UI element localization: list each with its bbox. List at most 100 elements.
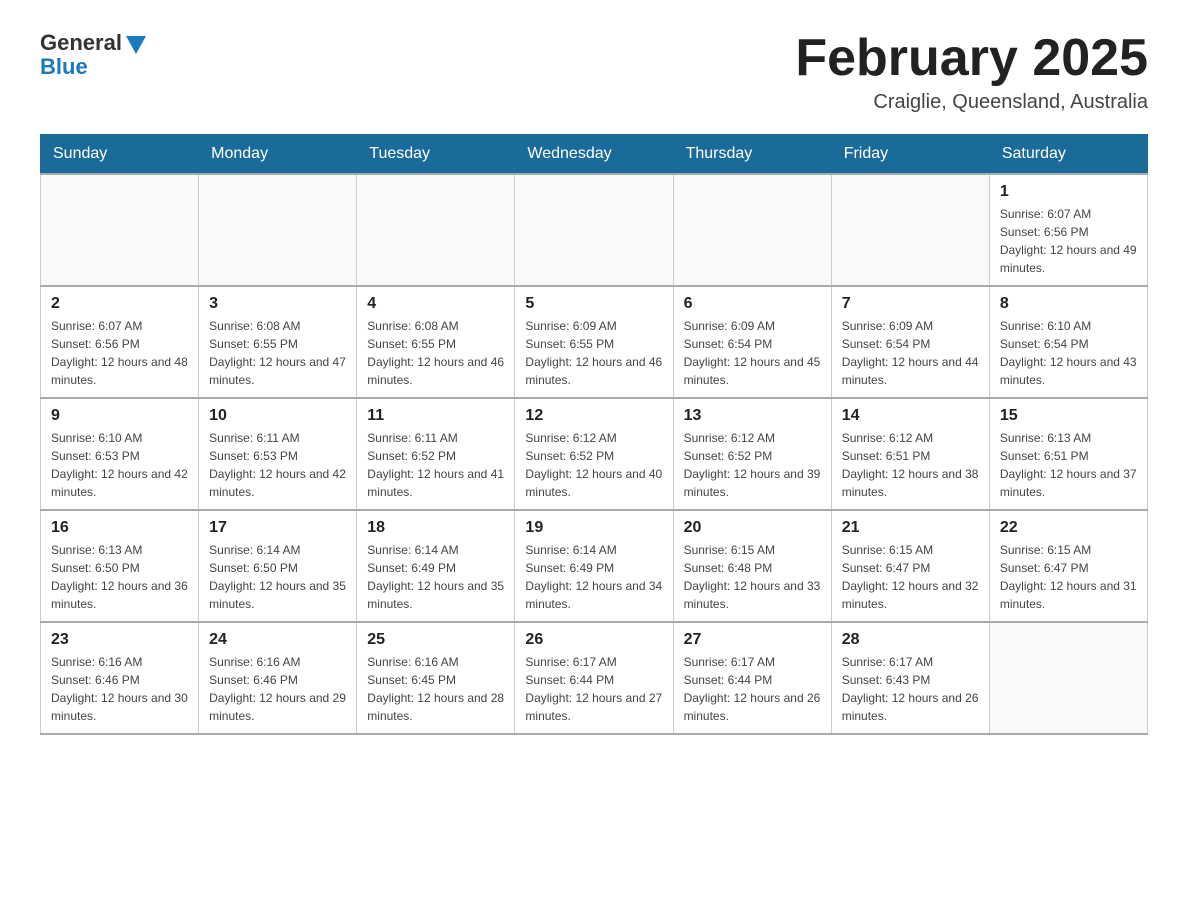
- calendar-cell: 6Sunrise: 6:09 AM Sunset: 6:54 PM Daylig…: [673, 286, 831, 398]
- day-number: 6: [684, 295, 821, 313]
- day-number: 15: [1000, 407, 1137, 425]
- calendar-body: 1 Sunrise: 6:07 AM Sunset: 6:56 PM Daylig…: [41, 174, 1148, 734]
- day-info: Sunrise: 6:15 AM Sunset: 6:48 PM Dayligh…: [684, 541, 821, 613]
- day-info: Sunrise: 6:17 AM Sunset: 6:44 PM Dayligh…: [525, 653, 662, 725]
- day-number: 2: [51, 295, 188, 313]
- day-number: 17: [209, 519, 346, 537]
- day-number: 23: [51, 631, 188, 649]
- location-text: Craiglie, Queensland, Australia: [795, 91, 1148, 114]
- day-info: Sunrise: 6:15 AM Sunset: 6:47 PM Dayligh…: [842, 541, 979, 613]
- day-number: 28: [842, 631, 979, 649]
- calendar-table: SundayMondayTuesdayWednesdayThursdayFrid…: [40, 134, 1148, 735]
- day-number: 13: [684, 407, 821, 425]
- day-info: Sunrise: 6:14 AM Sunset: 6:50 PM Dayligh…: [209, 541, 346, 613]
- calendar-cell: 2 Sunrise: 6:07 AM Sunset: 6:56 PM Daylig…: [41, 286, 199, 398]
- calendar-week-3: 9 Sunrise: 6:10 AM Sunset: 6:53 PM Daylig…: [41, 398, 1148, 510]
- calendar-cell: 19 Sunrise: 6:14 AM Sunset: 6:49 PM Dayli…: [515, 510, 673, 622]
- logo: General Blue: [40, 30, 146, 80]
- calendar-week-2: 2 Sunrise: 6:07 AM Sunset: 6:56 PM Daylig…: [41, 286, 1148, 398]
- day-info: Sunrise: 6:09 AM Sunset: 6:55 PM Dayligh…: [525, 317, 662, 389]
- day-number: 27: [684, 631, 821, 649]
- day-info: Sunrise: 6:08 AM Sunset: 6:55 PM Dayligh…: [209, 317, 346, 389]
- day-number: 25: [367, 631, 504, 649]
- calendar-cell: 26 Sunrise: 6:17 AM Sunset: 6:44 PM Dayli…: [515, 622, 673, 734]
- day-number: 7: [842, 295, 979, 313]
- calendar-cell: 21 Sunrise: 6:15 AM Sunset: 6:47 PM Dayli…: [831, 510, 989, 622]
- title-section: February 2025 Craiglie, Queensland, Aust…: [795, 30, 1148, 114]
- calendar-cell: 14 Sunrise: 6:12 AM Sunset: 6:51 PM Dayli…: [831, 398, 989, 510]
- calendar-cell: 20 Sunrise: 6:15 AM Sunset: 6:48 PM Dayli…: [673, 510, 831, 622]
- calendar-cell: 3 Sunrise: 6:08 AM Sunset: 6:55 PM Daylig…: [199, 286, 357, 398]
- calendar-cell: [989, 622, 1147, 734]
- day-info: Sunrise: 6:07 AM Sunset: 6:56 PM Dayligh…: [51, 317, 188, 389]
- day-number: 10: [209, 407, 346, 425]
- days-of-week-row: SundayMondayTuesdayWednesdayThursdayFrid…: [41, 135, 1148, 175]
- day-info: Sunrise: 6:16 AM Sunset: 6:46 PM Dayligh…: [209, 653, 346, 725]
- calendar-cell: [357, 174, 515, 286]
- day-info: Sunrise: 6:11 AM Sunset: 6:52 PM Dayligh…: [367, 429, 504, 501]
- day-info: Sunrise: 6:16 AM Sunset: 6:46 PM Dayligh…: [51, 653, 188, 725]
- calendar-cell: 12 Sunrise: 6:12 AM Sunset: 6:52 PM Dayli…: [515, 398, 673, 510]
- day-info: Sunrise: 6:17 AM Sunset: 6:43 PM Dayligh…: [842, 653, 979, 725]
- calendar-week-4: 16Sunrise: 6:13 AM Sunset: 6:50 PM Dayli…: [41, 510, 1148, 622]
- calendar-cell: 9 Sunrise: 6:10 AM Sunset: 6:53 PM Daylig…: [41, 398, 199, 510]
- day-number: 4: [367, 295, 504, 313]
- calendar-week-1: 1 Sunrise: 6:07 AM Sunset: 6:56 PM Daylig…: [41, 174, 1148, 286]
- calendar-cell: 16Sunrise: 6:13 AM Sunset: 6:50 PM Dayli…: [41, 510, 199, 622]
- calendar-cell: 24 Sunrise: 6:16 AM Sunset: 6:46 PM Dayli…: [199, 622, 357, 734]
- calendar-cell: 23 Sunrise: 6:16 AM Sunset: 6:46 PM Dayli…: [41, 622, 199, 734]
- calendar-header: SundayMondayTuesdayWednesdayThursdayFrid…: [41, 135, 1148, 175]
- day-header-sunday: Sunday: [41, 135, 199, 175]
- logo-blue-text: Blue: [40, 54, 88, 80]
- day-number: 9: [51, 407, 188, 425]
- day-number: 16: [51, 519, 188, 537]
- day-info: Sunrise: 6:16 AM Sunset: 6:45 PM Dayligh…: [367, 653, 504, 725]
- day-number: 24: [209, 631, 346, 649]
- calendar-cell: 22Sunrise: 6:15 AM Sunset: 6:47 PM Dayli…: [989, 510, 1147, 622]
- day-info: Sunrise: 6:17 AM Sunset: 6:44 PM Dayligh…: [684, 653, 821, 725]
- day-info: Sunrise: 6:09 AM Sunset: 6:54 PM Dayligh…: [842, 317, 979, 389]
- calendar-cell: 7 Sunrise: 6:09 AM Sunset: 6:54 PM Daylig…: [831, 286, 989, 398]
- day-header-monday: Monday: [199, 135, 357, 175]
- calendar-cell: 28 Sunrise: 6:17 AM Sunset: 6:43 PM Dayli…: [831, 622, 989, 734]
- day-info: Sunrise: 6:14 AM Sunset: 6:49 PM Dayligh…: [525, 541, 662, 613]
- calendar-cell: [199, 174, 357, 286]
- calendar-cell: 17 Sunrise: 6:14 AM Sunset: 6:50 PM Dayli…: [199, 510, 357, 622]
- day-number: 22: [1000, 519, 1137, 537]
- month-title: February 2025: [795, 30, 1148, 87]
- calendar-cell: 11 Sunrise: 6:11 AM Sunset: 6:52 PM Dayli…: [357, 398, 515, 510]
- day-number: 19: [525, 519, 662, 537]
- calendar-cell: 13 Sunrise: 6:12 AM Sunset: 6:52 PM Dayli…: [673, 398, 831, 510]
- calendar-cell: 5Sunrise: 6:09 AM Sunset: 6:55 PM Daylig…: [515, 286, 673, 398]
- day-info: Sunrise: 6:12 AM Sunset: 6:52 PM Dayligh…: [525, 429, 662, 501]
- day-number: 8: [1000, 295, 1137, 313]
- day-info: Sunrise: 6:14 AM Sunset: 6:49 PM Dayligh…: [367, 541, 504, 613]
- day-info: Sunrise: 6:10 AM Sunset: 6:54 PM Dayligh…: [1000, 317, 1137, 389]
- day-header-thursday: Thursday: [673, 135, 831, 175]
- day-info: Sunrise: 6:07 AM Sunset: 6:56 PM Dayligh…: [1000, 205, 1137, 277]
- day-number: 14: [842, 407, 979, 425]
- day-number: 20: [684, 519, 821, 537]
- day-number: 12: [525, 407, 662, 425]
- calendar-cell: 8 Sunrise: 6:10 AM Sunset: 6:54 PM Daylig…: [989, 286, 1147, 398]
- day-number: 1: [1000, 183, 1137, 201]
- calendar-cell: 1 Sunrise: 6:07 AM Sunset: 6:56 PM Daylig…: [989, 174, 1147, 286]
- day-info: Sunrise: 6:08 AM Sunset: 6:55 PM Dayligh…: [367, 317, 504, 389]
- calendar-cell: 10Sunrise: 6:11 AM Sunset: 6:53 PM Dayli…: [199, 398, 357, 510]
- calendar-cell: [515, 174, 673, 286]
- day-number: 21: [842, 519, 979, 537]
- day-info: Sunrise: 6:10 AM Sunset: 6:53 PM Dayligh…: [51, 429, 188, 501]
- day-info: Sunrise: 6:13 AM Sunset: 6:51 PM Dayligh…: [1000, 429, 1137, 501]
- day-number: 18: [367, 519, 504, 537]
- day-number: 11: [367, 407, 504, 425]
- calendar-cell: 15 Sunrise: 6:13 AM Sunset: 6:51 PM Dayli…: [989, 398, 1147, 510]
- calendar-cell: 27 Sunrise: 6:17 AM Sunset: 6:44 PM Dayli…: [673, 622, 831, 734]
- calendar-cell: [831, 174, 989, 286]
- day-number: 26: [525, 631, 662, 649]
- logo-general-text: General: [40, 30, 122, 56]
- day-info: Sunrise: 6:12 AM Sunset: 6:52 PM Dayligh…: [684, 429, 821, 501]
- calendar-cell: [673, 174, 831, 286]
- day-info: Sunrise: 6:12 AM Sunset: 6:51 PM Dayligh…: [842, 429, 979, 501]
- calendar-cell: 25 Sunrise: 6:16 AM Sunset: 6:45 PM Dayli…: [357, 622, 515, 734]
- day-number: 3: [209, 295, 346, 313]
